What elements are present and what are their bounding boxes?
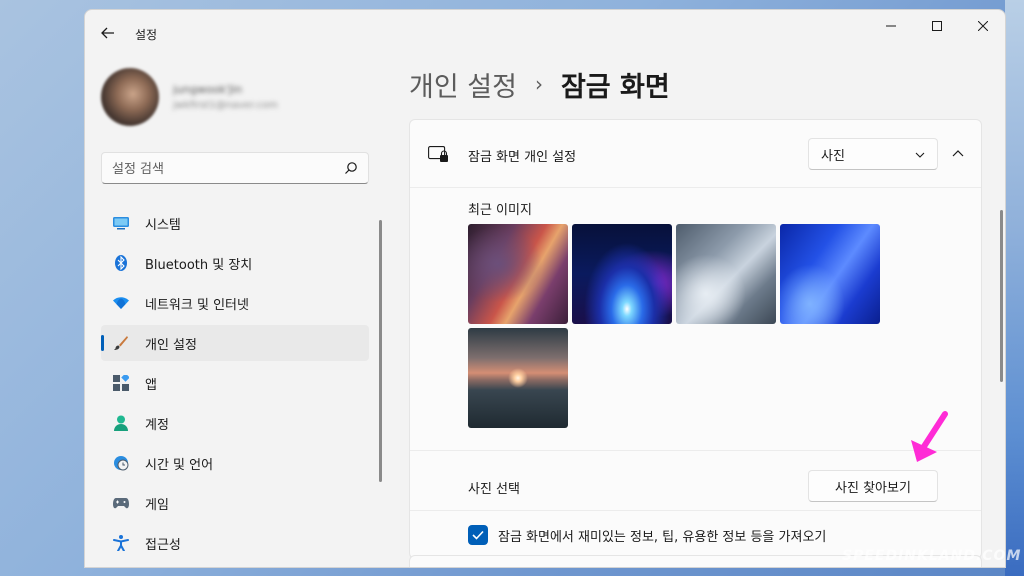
breadcrumb-parent[interactable]: 개인 설정	[409, 65, 517, 104]
select-photo-label: 사진 선택	[468, 482, 520, 497]
gamepad-icon	[113, 495, 129, 511]
accessibility-icon	[113, 535, 129, 551]
profile-name: jungwook'Jin	[173, 83, 243, 96]
apps-icon	[113, 375, 129, 391]
maximize-icon	[932, 21, 942, 31]
sidebar-item-bluetooth[interactable]: Bluetooth 및 장치	[101, 245, 369, 281]
sidebar-item-label: 게임	[145, 497, 169, 513]
recent-image-thumbnail[interactable]	[676, 224, 776, 324]
breadcrumb: 개인 설정 › 잠금 화면	[409, 64, 670, 104]
recent-image-thumbnail[interactable]	[468, 328, 568, 428]
profile-email: jwkfirst1@naver.com	[173, 100, 278, 111]
sidebar-item-accessibility[interactable]: 접근성	[101, 525, 369, 561]
search-icon[interactable]	[344, 161, 358, 175]
settings-window: 설정 jungwook'Jin jwkfirst1@naver.com 시스템	[84, 9, 1006, 568]
sidebar-item-label: 접근성	[145, 537, 181, 553]
app-title: 설정	[135, 28, 158, 42]
sidebar-item-network[interactable]: 네트워크 및 인터넷	[101, 285, 369, 321]
sidebar-item-label: 개인 설정	[145, 337, 197, 353]
divider	[410, 510, 981, 511]
sidebar-item-label: 앱	[145, 377, 157, 393]
lock-screen-title: 잠금 화면 개인 설정	[468, 150, 577, 165]
background-type-dropdown[interactable]: 사진	[808, 138, 938, 170]
sidebar-item-gaming[interactable]: 게임	[101, 485, 369, 521]
breadcrumb-separator: ›	[534, 72, 543, 96]
checkmark-icon	[472, 530, 484, 540]
chevron-down-icon	[915, 152, 925, 158]
sidebar-item-accounts[interactable]: 계정	[101, 405, 369, 441]
annotation-arrow-icon	[911, 411, 948, 462]
avatar	[101, 68, 159, 126]
user-profile[interactable]: jungwook'Jin jwkfirst1@naver.com	[101, 68, 371, 130]
title-bar: 설정	[85, 10, 1005, 56]
fun-facts-checkbox[interactable]	[468, 525, 488, 545]
sidebar-item-label: 네트워크 및 인터넷	[145, 297, 249, 313]
recent-image-thumbnail[interactable]	[780, 224, 880, 324]
sidebar-scrollbar[interactable]	[379, 220, 382, 482]
close-button[interactable]	[960, 10, 1005, 42]
recent-images-label: 최근 이미지	[468, 203, 532, 218]
lock-screen-icon	[428, 146, 448, 162]
back-button[interactable]	[95, 22, 121, 44]
minimize-button[interactable]	[868, 10, 914, 42]
recent-image-thumbnail[interactable]	[572, 224, 672, 324]
sidebar-item-apps[interactable]: 앱	[101, 365, 369, 401]
system-icon	[113, 215, 129, 231]
globe-clock-icon	[113, 455, 129, 471]
wifi-icon	[113, 295, 129, 311]
close-icon	[978, 21, 988, 31]
sidebar-item-label: 시간 및 언어	[145, 457, 214, 473]
recent-image-thumbnail[interactable]	[468, 224, 568, 324]
brush-icon	[113, 335, 129, 351]
sidebar-item-personalization[interactable]: 개인 설정	[101, 325, 369, 361]
back-arrow-icon	[101, 27, 114, 39]
browse-photos-button[interactable]: 사진 찾아보기	[808, 470, 938, 502]
search-input[interactable]	[112, 159, 332, 179]
chevron-up-icon	[952, 150, 964, 157]
dropdown-value: 사진	[821, 148, 845, 164]
settings-search	[101, 152, 369, 184]
sidebar-item-label: 시스템	[145, 217, 181, 233]
collapse-button[interactable]	[948, 144, 968, 164]
sidebar-item-system[interactable]: 시스템	[101, 205, 369, 241]
fun-facts-label[interactable]: 잠금 화면에서 재미있는 정보, 팁, 유용한 정보 등을 가져오기	[498, 526, 826, 545]
divider	[410, 450, 981, 451]
bluetooth-icon	[113, 255, 129, 271]
maximize-button[interactable]	[914, 10, 960, 42]
minimize-icon	[886, 25, 896, 27]
desktop-wallpaper	[1005, 0, 1024, 576]
sidebar-item-time-language[interactable]: 시간 및 언어	[101, 445, 369, 481]
sidebar-item-label: 계정	[145, 417, 169, 433]
main-scrollbar[interactable]	[1000, 210, 1003, 382]
account-icon	[113, 415, 129, 431]
sidebar-item-label: Bluetooth 및 장치	[145, 257, 253, 273]
page-title: 잠금 화면	[560, 71, 670, 103]
lock-screen-card: 잠금 화면 개인 설정 사진 최근 이미지 사진 선택 사진 찾아보기 잠금 화…	[409, 119, 982, 559]
sidebar-nav: 시스템 Bluetooth 및 장치 네트워크 및 인터넷 개인 설정 앱 계정…	[101, 205, 369, 565]
lock-screen-header[interactable]: 잠금 화면 개인 설정 사진	[410, 120, 981, 188]
watermark: SPEEDINKLAND.COM	[842, 548, 1022, 564]
